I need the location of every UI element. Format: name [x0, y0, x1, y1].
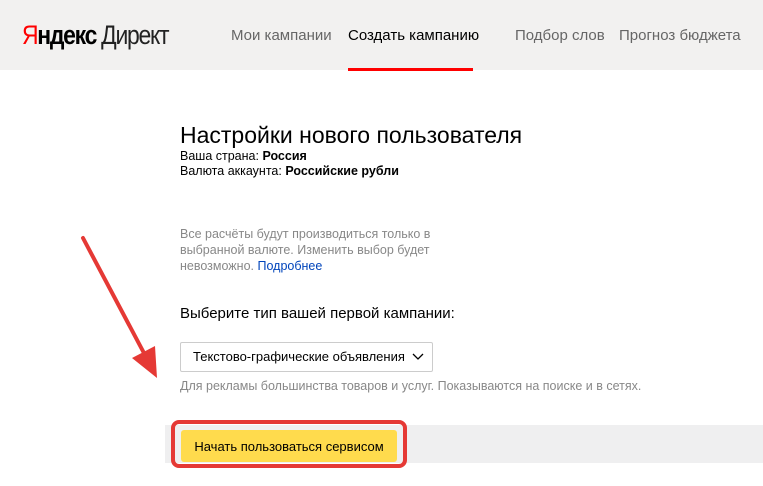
annotation-arrow-icon: [81, 236, 157, 378]
